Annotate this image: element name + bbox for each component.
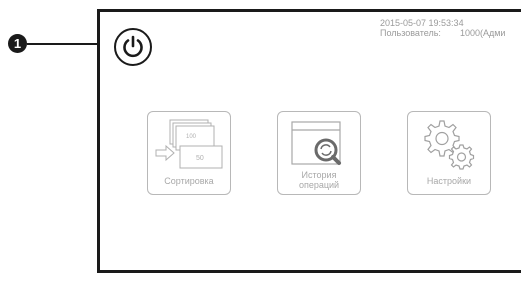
user-line: Пользователь: 1000(Адми xyxy=(380,28,521,38)
user-label: Пользователь: xyxy=(380,28,441,38)
gears-icon xyxy=(424,120,475,170)
settings-tile[interactable]: Настройки xyxy=(407,111,491,195)
datetime-text: 2015-05-07 19:53:34 xyxy=(380,18,464,28)
banknote-sorting-icon: 100 50 xyxy=(155,119,223,169)
power-icon xyxy=(123,35,143,58)
history-search-icon xyxy=(291,121,341,165)
history-tile[interactable]: История операций xyxy=(277,111,361,195)
history-label-line1: История xyxy=(301,170,337,180)
large-note-value: 50 xyxy=(196,155,204,162)
power-button[interactable] xyxy=(114,28,152,66)
callout-marker-1: 1 xyxy=(8,34,27,53)
sorting-tile[interactable]: 100 50 Сортировка xyxy=(147,111,231,195)
history-label: История операций xyxy=(278,170,360,190)
user-value: 1000(Адми xyxy=(459,28,506,38)
status-bar: 2015-05-07 19:53:34 Пользователь: 1000(А… xyxy=(380,18,521,38)
history-label-line2: операций xyxy=(298,180,340,190)
small-note-value: 100 xyxy=(186,134,197,140)
settings-label: Настройки xyxy=(426,176,472,186)
device-screen: 2015-05-07 19:53:34 Пользователь: 1000(А… xyxy=(97,9,521,273)
sorting-label: Сортировка xyxy=(164,176,214,186)
